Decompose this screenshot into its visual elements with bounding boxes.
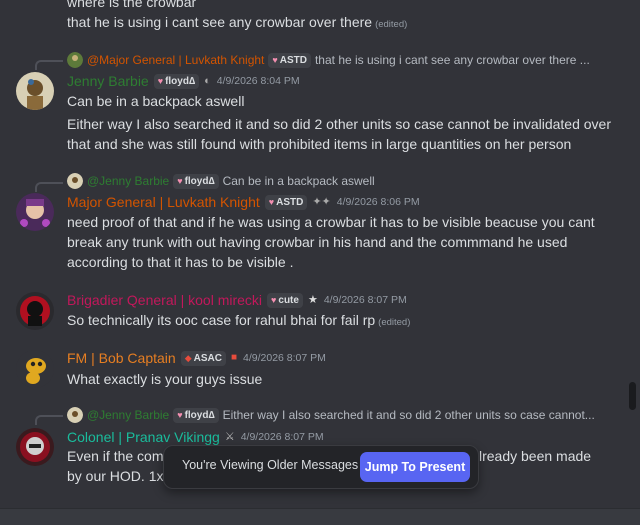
reply-author[interactable]: @Jenny Barbie: [87, 172, 169, 190]
reply-preview[interactable]: @Major General | Luvkath Knight ♥ ASTD th…: [67, 51, 590, 69]
reply-avatar: [67, 407, 83, 423]
badge-icon: ◐: [204, 75, 211, 87]
message-header: Brigadier Qeneral | kool mirecki ♥ cute ★…: [67, 289, 407, 311]
reply-spine: [35, 182, 63, 192]
role-tag-label: ASAC: [193, 352, 222, 364]
message-text: need proof of that and if he was using a…: [67, 214, 595, 230]
older-messages-label: You're Viewing Older Messages: [182, 458, 359, 472]
scrollbar-thumb[interactable]: [629, 382, 636, 410]
heart-icon: ♥: [177, 409, 183, 420]
message-header: Jenny Barbie ♥ floyd∆ ◐ 4/9/2026 8:04 PM: [67, 70, 300, 92]
reply-role-tag: ♥ ASTD: [268, 52, 311, 68]
role-tag: ♥ ASTD: [264, 194, 308, 210]
role-tag-label: ASTD: [276, 196, 304, 208]
reply-spine: [35, 60, 63, 70]
message-text: lready been made: [479, 448, 592, 464]
message-text: that and she was still found with prohib…: [67, 136, 572, 152]
star-icon: ★: [307, 294, 318, 306]
avatar[interactable]: [16, 350, 54, 388]
role-tag-label: floyd∆: [165, 75, 196, 87]
reply-avatar: [67, 173, 83, 189]
message-text: that he is using i cant see any crowbar …: [67, 14, 373, 30]
message-text: break any trunk with out having crowbar …: [67, 234, 568, 250]
username[interactable]: Jenny Barbie: [67, 70, 149, 92]
role-tag-label: floyd∆: [184, 175, 215, 187]
role-tag: ◆ ASAC: [180, 350, 226, 366]
jump-to-present-button[interactable]: Jump To Present: [360, 452, 470, 482]
edited-label: (edited): [375, 19, 408, 30]
timestamp[interactable]: 4/9/2026 8:04 PM: [217, 70, 300, 92]
message-header: FM | Bob Captain ◆ ASAC ■ 4/9/2026 8:07 P…: [67, 347, 326, 369]
reply-preview[interactable]: @Jenny Barbie ♥ floyd∆ Either way I also …: [67, 406, 595, 424]
message-text: Either way I also searched it and so did…: [67, 116, 611, 132]
message-text: according to that it has to be visible .: [67, 254, 294, 270]
avatar[interactable]: [16, 72, 54, 110]
message-line: So technically its ooc case for rahul bh…: [67, 310, 620, 333]
sparkle-icon: ✦✦: [312, 196, 331, 208]
reply-avatar: [67, 52, 83, 68]
avatar[interactable]: [16, 193, 54, 231]
heart-icon: ♥: [271, 294, 277, 305]
flame-icon: ◆: [184, 352, 192, 363]
role-tag: ♥ floyd∆: [153, 73, 200, 89]
reply-author[interactable]: @Major General | Luvkath Knight: [87, 51, 264, 69]
timestamp[interactable]: 4/9/2026 8:07 PM: [243, 347, 326, 369]
reply-author[interactable]: @Jenny Barbie: [87, 406, 169, 424]
older-messages-bar: You're Viewing Older Messages Jump To Pr…: [163, 445, 479, 489]
reply-role-tag: ♥ floyd∆: [173, 407, 219, 423]
reply-spine: [35, 415, 63, 425]
reply-preview[interactable]: @Jenny Barbie ♥ floyd∆ Can be in a backpa…: [67, 172, 375, 190]
heart-icon: ♥: [268, 196, 275, 207]
heart-icon: ♥: [157, 75, 164, 86]
reply-text: that he is using i cant see any crowbar …: [314, 53, 590, 67]
role-tag: ♥ cute: [267, 292, 303, 308]
username[interactable]: FM | Bob Captain: [67, 347, 176, 369]
reply-text: Can be in a backpack aswell: [222, 174, 375, 188]
username[interactable]: Major General | Luvkath Knight: [67, 191, 260, 213]
message-text: where is the crowbar: [67, 0, 197, 10]
role-tag-label: cute: [278, 294, 299, 306]
edited-label: (edited): [378, 317, 411, 328]
role-tag-label: floyd∆: [184, 409, 215, 421]
role-tag-label: ASTD: [279, 54, 307, 66]
username[interactable]: Brigadier Qeneral | kool mirecki: [67, 289, 262, 311]
avatar[interactable]: [16, 428, 54, 466]
role-icon: ■: [230, 352, 237, 363]
timestamp[interactable]: 4/9/2026 8:06 PM: [337, 191, 420, 213]
reply-text: Either way I also searched it and so did…: [222, 408, 595, 422]
reply-role-tag: ♥ floyd∆: [173, 173, 219, 189]
message-line: that he is using i cant see any crowbar …: [67, 12, 620, 35]
message-header: Major General | Luvkath Knight ♥ ASTD ✦✦ …: [67, 191, 420, 213]
timestamp[interactable]: 4/9/2026 8:07 PM: [324, 289, 407, 311]
message-text: Can be in a backpack aswell: [67, 93, 245, 109]
message-text: What exactly is your guys issue: [67, 371, 263, 387]
heart-icon: ♥: [177, 175, 183, 186]
message-text: So technically its ooc case for rahul bh…: [67, 312, 376, 328]
avatar[interactable]: [16, 292, 54, 330]
message-composer[interactable]: [0, 508, 640, 525]
heart-icon: ♥: [272, 54, 278, 65]
